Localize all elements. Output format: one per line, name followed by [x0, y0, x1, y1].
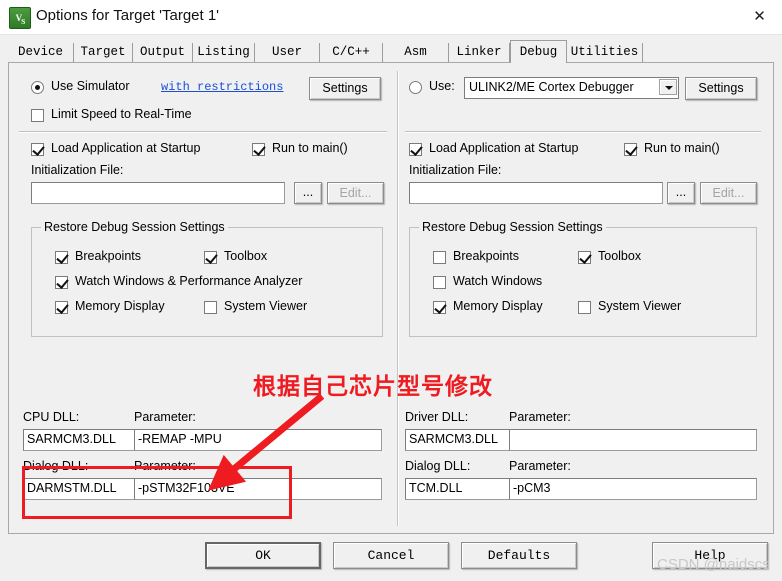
uvision-logo-icon: VS [9, 7, 31, 29]
left-restore-session-title: Restore Debug Session Settings [41, 220, 228, 234]
simulator-settings-button[interactable]: Settings [309, 77, 381, 100]
right-dialog-dll-input[interactable]: TCM.DLL [405, 478, 513, 500]
limit-speed-checkbox[interactable] [31, 109, 44, 122]
right-separator [405, 131, 761, 133]
left-run-to-main-label: Run to main() [272, 141, 348, 155]
left-toolbox-checkbox[interactable] [204, 251, 217, 264]
cpu-dll-label: CPU DLL: [23, 410, 80, 424]
use-simulator-label: Use Simulator [51, 79, 130, 93]
right-load-app-checkbox[interactable] [409, 143, 422, 156]
left-init-file-input[interactable] [31, 182, 285, 204]
right-toolbox-checkbox[interactable] [578, 251, 591, 264]
annotation-text: 根据自己芯片型号修改 [253, 374, 493, 400]
right-browse-button[interactable]: ... [667, 182, 695, 204]
tab-debug[interactable]: Debug [510, 40, 567, 63]
left-load-app-label: Load Application at Startup [51, 141, 201, 155]
panel-divider [397, 71, 399, 526]
right-init-file-label: Initialization File: [409, 163, 502, 177]
cancel-button[interactable]: Cancel [333, 542, 449, 569]
debugger-settings-button[interactable]: Settings [685, 77, 757, 100]
driver-dll-input[interactable]: SARMCM3.DLL [405, 429, 513, 451]
right-dialog-parameter-input[interactable]: -pCM3 [509, 478, 757, 500]
right-restore-session-title: Restore Debug Session Settings [419, 220, 606, 234]
tab-strip: Device Target Output Listing User C/C++ … [8, 40, 648, 63]
defaults-button[interactable]: Defaults [461, 542, 577, 569]
left-watch-windows-label: Watch Windows & Performance Analyzer [75, 274, 303, 288]
use-debugger-radio[interactable] [409, 81, 422, 94]
left-system-viewer-label: System Viewer [224, 299, 308, 313]
right-watch-windows-label: Watch Windows [453, 274, 543, 288]
left-browse-button[interactable]: ... [294, 182, 322, 204]
right-dialog-dll-label: Dialog DLL: [405, 459, 471, 473]
tab-listing[interactable]: Listing [193, 43, 255, 62]
title-bar: VS Options for Target 'Target 1' ✕ [0, 0, 782, 35]
driver-parameter-label: Parameter: [509, 410, 571, 424]
tab-user[interactable]: User [255, 43, 320, 62]
left-watch-windows-checkbox[interactable] [55, 276, 68, 289]
right-dialog-parameter-label: Parameter: [509, 459, 571, 473]
left-breakpoints-label: Breakpoints [75, 249, 142, 263]
tab-cpp[interactable]: C/C++ [320, 43, 383, 62]
tab-asm[interactable]: Asm [383, 43, 449, 62]
window-title: Options for Target 'Target 1' [36, 7, 220, 24]
right-watch-windows-checkbox[interactable] [433, 276, 446, 289]
right-memory-display-label: Memory Display [453, 299, 543, 313]
ok-button[interactable]: OK [205, 542, 321, 569]
tab-output[interactable]: Output [133, 43, 193, 62]
driver-parameter-input[interactable] [509, 429, 757, 451]
left-init-file-label: Initialization File: [31, 163, 124, 177]
right-breakpoints-label: Breakpoints [453, 249, 520, 263]
left-edit-button: Edit... [327, 182, 384, 204]
use-debugger-label: Use: [429, 79, 455, 93]
left-load-app-checkbox[interactable] [31, 143, 44, 156]
left-breakpoints-checkbox[interactable] [55, 251, 68, 264]
debugger-select-value: ULINK2/ME Cortex Debugger [469, 80, 634, 94]
limit-speed-label: Limit Speed to Real-Time [51, 107, 192, 121]
tab-linker[interactable]: Linker [449, 43, 510, 62]
close-icon[interactable]: ✕ [737, 0, 782, 33]
tab-device[interactable]: Device [8, 43, 74, 62]
watermark: CSDN @haidscs [657, 556, 770, 573]
right-breakpoints-checkbox[interactable] [433, 251, 446, 264]
right-edit-button: Edit... [700, 182, 757, 204]
with-restrictions-link[interactable]: with restrictions [161, 80, 283, 94]
right-system-viewer-checkbox[interactable] [578, 301, 591, 314]
right-load-app-label: Load Application at Startup [429, 141, 579, 155]
tab-target[interactable]: Target [74, 43, 133, 62]
left-memory-display-label: Memory Display [75, 299, 165, 313]
left-system-viewer-checkbox[interactable] [204, 301, 217, 314]
right-system-viewer-label: System Viewer [598, 299, 682, 313]
use-simulator-radio[interactable] [31, 81, 44, 94]
right-init-file-input[interactable] [409, 182, 663, 204]
right-toolbox-label: Toolbox [598, 249, 642, 263]
debugger-select[interactable]: ULINK2/ME Cortex Debugger [464, 77, 679, 99]
cpu-dll-input[interactable]: SARMCM3.DLL [23, 429, 136, 451]
debug-tab-panel: Use Simulator with restrictions Settings… [8, 62, 774, 534]
annotation-highlight-box [22, 466, 292, 519]
driver-dll-label: Driver DLL: [405, 410, 469, 424]
left-run-to-main-checkbox[interactable] [252, 143, 265, 156]
left-toolbox-label: Toolbox [224, 249, 268, 263]
right-memory-display-checkbox[interactable] [433, 301, 446, 314]
cpu-parameter-label: Parameter: [134, 410, 196, 424]
tab-utilities[interactable]: Utilities [567, 43, 643, 62]
left-memory-display-checkbox[interactable] [55, 301, 68, 314]
right-run-to-main-checkbox[interactable] [624, 143, 637, 156]
cpu-parameter-input[interactable]: -REMAP -MPU [134, 429, 382, 451]
chevron-down-icon[interactable] [659, 79, 677, 95]
left-separator [19, 131, 387, 133]
right-run-to-main-label: Run to main() [644, 141, 720, 155]
